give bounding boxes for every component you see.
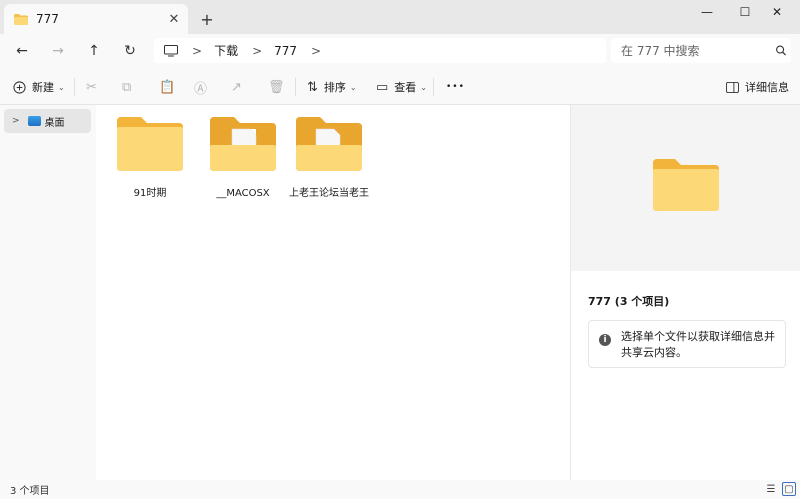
- navigation-bar: ← → ↑ ↻ > 下载 > 777 > 在 777 中搜索: [0, 34, 800, 68]
- cut-button[interactable]: ✂: [86, 76, 103, 98]
- plus-circle-icon: [13, 80, 26, 94]
- share-icon: ↗: [231, 79, 242, 95]
- tab-title: 777: [36, 12, 59, 26]
- folder-name: __MACOSX: [216, 188, 270, 199]
- close-tab-icon[interactable]: ✕: [164, 9, 184, 29]
- preview-title: 777 (3 个项目): [588, 295, 670, 308]
- desktop-icon: [27, 116, 41, 126]
- info-icon: i: [599, 334, 611, 346]
- details-pane-icon: [726, 81, 739, 93]
- details-view-icon[interactable]: ☰: [764, 482, 778, 496]
- folder-icon: [14, 13, 28, 25]
- search-box[interactable]: 在 777 中搜索: [611, 38, 791, 63]
- chevron-down-icon: ⌄: [420, 82, 427, 92]
- chevron-right-icon[interactable]: >: [12, 116, 20, 126]
- divider: [433, 78, 434, 96]
- status-bar: 3 个项目: [0, 480, 800, 499]
- sidebar-item-label: 桌面: [44, 117, 65, 129]
- sort-button[interactable]: ⇅ 排序 ⌄: [307, 76, 357, 98]
- tab-777[interactable]: 777 ✕: [4, 4, 188, 34]
- divider: [295, 78, 296, 96]
- paste-icon: 📋: [159, 79, 176, 95]
- address-bar[interactable]: > 下载 > 777 >: [154, 38, 606, 63]
- close-window-button[interactable]: ✕: [754, 0, 800, 24]
- folder-item[interactable]: __MACOSX: [201, 117, 285, 200]
- navigation-pane: > 桌面: [0, 105, 96, 480]
- breadcrumb-777[interactable]: 777: [274, 44, 297, 58]
- details-pane-button[interactable]: 详细信息: [726, 76, 789, 98]
- view-label: 查看: [394, 81, 417, 94]
- item-count: 3 个项目: [10, 486, 50, 497]
- folder-item[interactable]: 91时期: [108, 117, 192, 200]
- search-icon: [776, 45, 787, 56]
- delete-icon: 🗑: [268, 79, 285, 95]
- view-icon: ▭: [376, 79, 389, 95]
- new-label: 新建: [32, 81, 54, 94]
- sort-icon: ⇅: [307, 79, 318, 95]
- breadcrumb-downloads[interactable]: 下载: [214, 42, 238, 59]
- rename-button[interactable]: Ⓐ: [194, 76, 213, 98]
- folder-name: 91时期: [133, 188, 167, 199]
- more-icon: •••: [446, 82, 465, 92]
- folder-with-files-icon: [210, 117, 276, 171]
- back-button[interactable]: ←: [8, 37, 36, 65]
- folder-with-files-icon: [296, 117, 362, 171]
- chevron-down-icon: ⌄: [349, 82, 357, 92]
- sort-label: 排序: [323, 81, 346, 94]
- preview-thumbnail-area: [571, 105, 800, 271]
- rename-icon: Ⓐ: [194, 81, 208, 97]
- command-bar: 新建 ⌄ ✂ ⧉ 📋 Ⓐ ↗ 🗑 ⇅ 排序 ⌄ ▭ 查看 ⌄ ••• 详细信息: [0, 68, 800, 105]
- chevron-down-icon: ⌄: [58, 82, 65, 92]
- info-text: 选择单个文件以获取详细信息并共享云内容。: [621, 330, 775, 359]
- more-options-button[interactable]: •••: [446, 76, 465, 98]
- new-tab-button[interactable]: +: [196, 8, 218, 30]
- details-pane: 777 (3 个项目) i 选择单个文件以获取详细信息并共享云内容。: [570, 105, 800, 480]
- chevron-right-icon: >: [252, 43, 263, 58]
- view-button[interactable]: ▭ 查看 ⌄: [376, 76, 427, 98]
- empty-folder-icon: [117, 117, 183, 171]
- details-label: 详细信息: [745, 81, 789, 94]
- info-message: i 选择单个文件以获取详细信息并共享云内容。: [588, 320, 786, 368]
- folder-name: 上老王论坛当老王: [289, 188, 369, 199]
- copy-icon: ⧉: [122, 79, 132, 95]
- delete-button[interactable]: 🗑: [268, 76, 291, 98]
- share-button[interactable]: ↗: [231, 76, 248, 98]
- paste-button[interactable]: 📋: [159, 76, 181, 98]
- copy-button[interactable]: ⧉: [122, 76, 137, 98]
- up-button[interactable]: ↑: [80, 37, 108, 65]
- title-bar: 777 ✕ + — ☐ ✕: [0, 0, 800, 34]
- computer-icon: [164, 44, 178, 56]
- folder-item[interactable]: 上老王论坛当老王: [287, 117, 371, 200]
- file-list: 91时期 __MACOSX 上老王论坛当老王: [96, 105, 570, 480]
- folder-icon: [653, 159, 719, 211]
- new-button[interactable]: 新建 ⌄: [13, 76, 65, 98]
- chevron-right-icon: >: [311, 43, 322, 58]
- forward-button[interactable]: →: [44, 37, 72, 65]
- large-icons-view-icon[interactable]: ▢: [782, 482, 796, 496]
- chevron-right-icon: >: [192, 43, 203, 58]
- sidebar-item-desktop[interactable]: > 桌面: [4, 109, 91, 133]
- search-input[interactable]: 在 777 中搜索: [621, 42, 771, 59]
- scissors-icon: ✂: [86, 79, 97, 95]
- divider: [74, 78, 75, 96]
- refresh-button[interactable]: ↻: [116, 37, 144, 65]
